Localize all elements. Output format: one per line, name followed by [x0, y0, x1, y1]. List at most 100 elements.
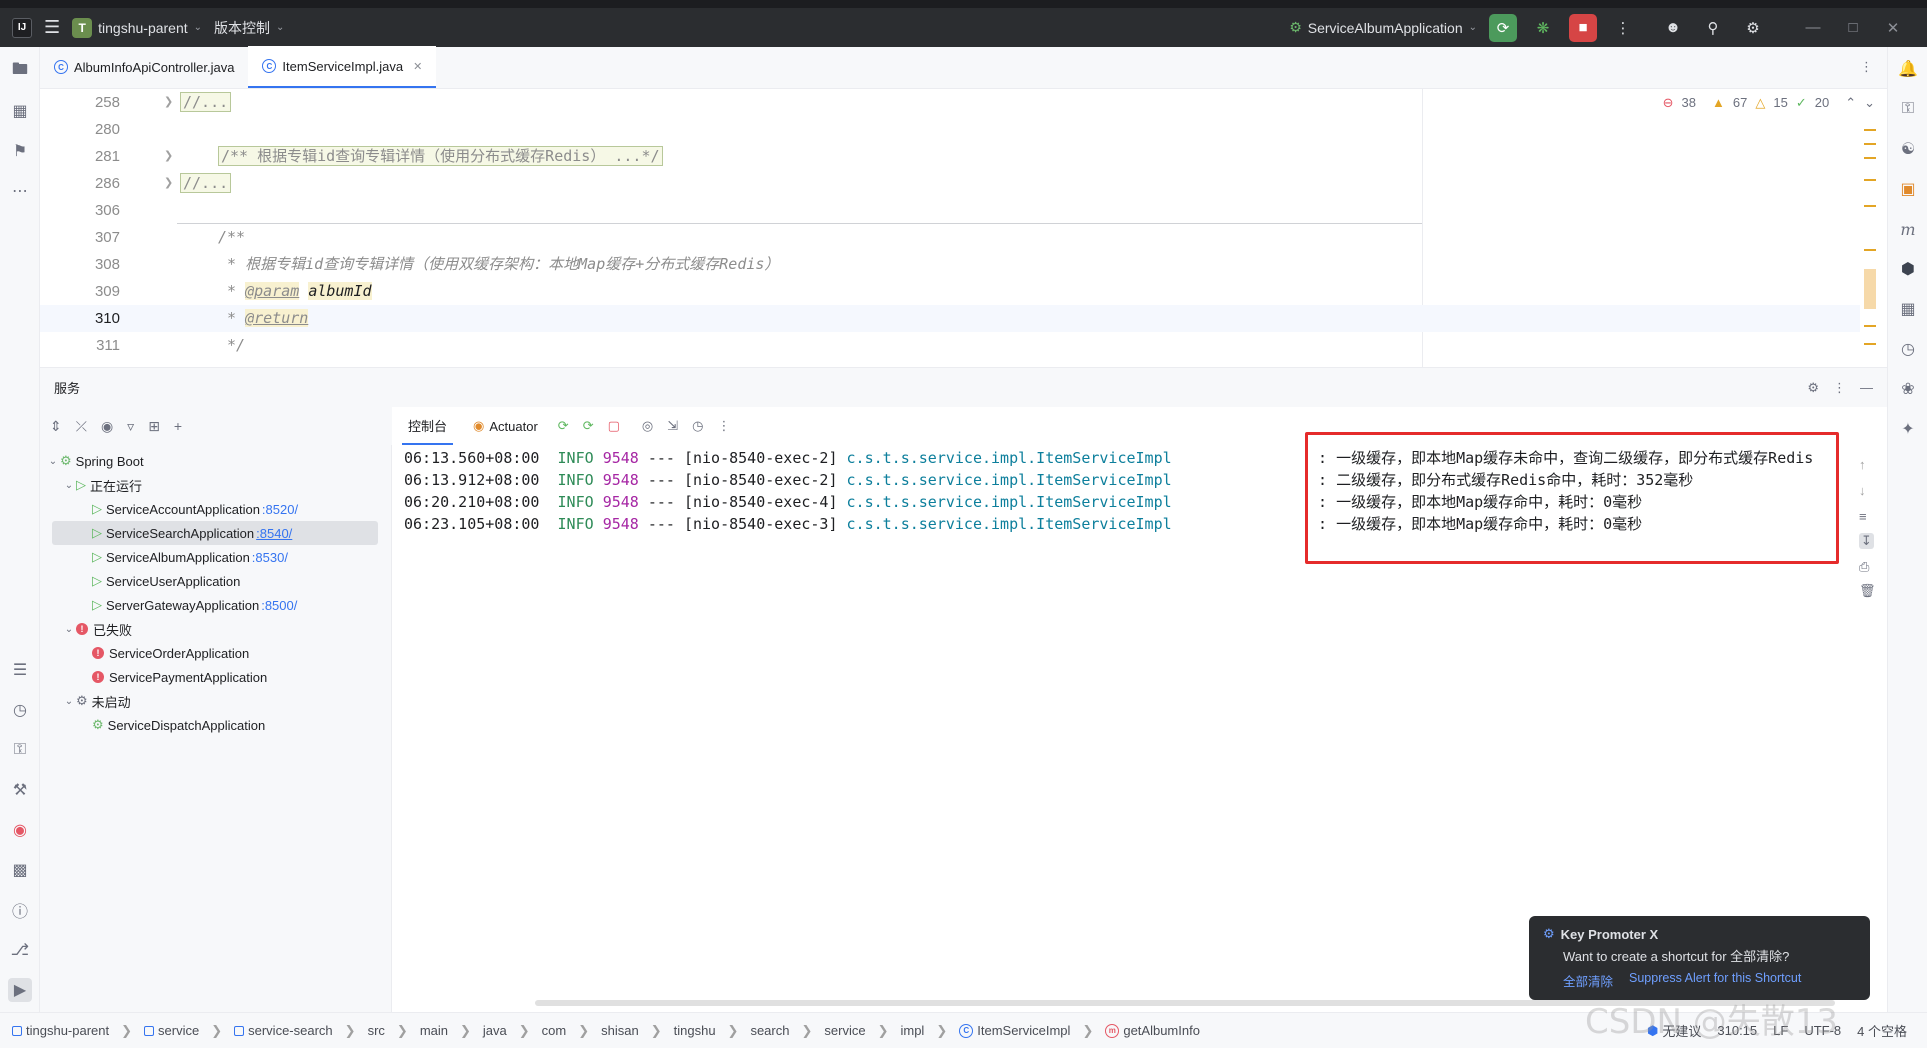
code-editor[interactable]: ⊖ 38 ▲ 67 △ 15 ✓ 20 ⌃ ⌄ 258 280 281 286 306 … — [40, 89, 1887, 367]
intellij-logo-icon[interactable]: IJ — [12, 17, 32, 38]
more-tools-icon[interactable]: ⋯ — [8, 179, 32, 203]
hexagon-plugin-icon[interactable]: ⬢ — [1896, 257, 1920, 281]
breadcrumb-item[interactable]: impl — [900, 1023, 924, 1038]
rerun-icon[interactable]: ⟳ — [558, 418, 569, 434]
rerun-debug-icon[interactable]: ⟳ — [583, 418, 594, 434]
git-branch-icon[interactable]: ⎇ — [8, 938, 32, 962]
run-config-selector[interactable]: ⚙ ServiceAlbumApplication ⌄ — [1289, 19, 1477, 36]
service-port[interactable]: :8520/ — [262, 502, 298, 517]
folded-region[interactable]: /** 根据专辑id查询专辑详情（使用分布式缓存Redis） ...*/ — [218, 146, 663, 166]
service-item[interactable]: ! ServicePaymentApplication — [40, 665, 392, 689]
service-item[interactable]: ▷ ServerGatewayApplication :8500/ — [40, 593, 392, 617]
more-actions-icon[interactable]: ⋮ — [1609, 14, 1637, 42]
service-item[interactable]: ▷ ServiceAlbumApplication :8530/ — [40, 545, 392, 569]
ai-sparkle-icon[interactable]: ✦ — [1896, 417, 1920, 441]
service-item[interactable]: ▷ ServiceAccountApplication :8520/ — [40, 497, 392, 521]
expand-all-icon[interactable]: ⇕ — [50, 418, 62, 435]
indent-setting[interactable]: 4 个空格 — [1857, 1021, 1907, 1040]
dashboard-icon[interactable]: ◷ — [692, 418, 703, 434]
tab-albuminfo-controller[interactable]: C AlbumInfoApiController.java — [40, 46, 248, 88]
database-icon[interactable]: ⚿ — [1896, 97, 1920, 121]
folded-region[interactable]: //... — [180, 173, 232, 193]
service-item[interactable]: ⚙ ServiceDispatchApplication — [40, 713, 392, 737]
scroll-up-icon[interactable]: ↑ — [1859, 457, 1866, 472]
tree-node-failed[interactable]: ⌄ ! 已失败 — [40, 617, 392, 641]
tree-node-spring-boot[interactable]: ⌄ ⚙ Spring Boot — [40, 449, 392, 473]
breadcrumb-item[interactable]: service — [824, 1023, 865, 1038]
tree-node-running[interactable]: ⌄ ▷ 正在运行 — [40, 473, 392, 497]
print-icon[interactable]: ⎙ — [1859, 559, 1869, 575]
tab-itemserviceimpl[interactable]: C ItemServiceImpl.java ✕ — [248, 46, 437, 88]
stop-button[interactable]: ■ — [1569, 13, 1597, 42]
camera-icon[interactable]: ◎ — [642, 418, 653, 434]
maximize-button[interactable]: □ — [1839, 14, 1867, 42]
bookmarks-icon[interactable]: ⚑ — [8, 139, 32, 163]
suppress-alert-link[interactable]: Suppress Alert for this Shortcut — [1629, 971, 1801, 990]
more-options-icon[interactable]: ⋮ — [1833, 380, 1846, 396]
new-tab-icon[interactable]: ⊞ — [148, 418, 160, 435]
profiler-gauge-icon[interactable]: ◷ — [8, 698, 32, 722]
breadcrumb-item[interactable]: service-search — [248, 1023, 333, 1038]
trash-icon[interactable]: 🗑 — [1859, 583, 1876, 599]
breadcrumb-item[interactable]: tingshu — [674, 1023, 716, 1038]
service-item[interactable]: ▷ ServiceUserApplication — [40, 569, 392, 593]
debug-button[interactable]: ❋ — [1529, 14, 1557, 42]
plugin-cube-icon[interactable]: ▣ — [1896, 177, 1920, 201]
breadcrumb-item[interactable]: ItemServiceImpl — [977, 1023, 1070, 1038]
search-icon[interactable]: ⚲ — [1699, 14, 1727, 42]
service-port[interactable]: :8500/ — [261, 598, 297, 613]
breadcrumb-item[interactable]: shisan — [601, 1023, 639, 1038]
clear-all-link[interactable]: 全部清除 — [1563, 971, 1613, 990]
settings-gear-icon[interactable]: ⚙ — [1807, 380, 1819, 396]
breadcrumb-item[interactable]: com — [542, 1023, 567, 1038]
tab-console[interactable]: 控制台 — [402, 407, 454, 445]
soft-wrap-icon[interactable]: ≡ — [1859, 509, 1867, 524]
service-item[interactable]: ! ServiceOrderApplication — [40, 641, 392, 665]
stop-icon[interactable]: ▢ — [608, 418, 620, 434]
scroll-to-end-icon[interactable]: ↧ — [1859, 533, 1874, 549]
scroll-down-icon[interactable]: ↓ — [1859, 483, 1866, 498]
chevron-down-icon[interactable]: ⌄ — [46, 456, 60, 467]
filter-icon[interactable]: ▿ — [127, 418, 134, 435]
breadcrumb-item[interactable]: search — [750, 1023, 789, 1038]
project-folder-icon[interactable]: 🖿 — [8, 59, 32, 83]
editor-scrollbar-marks[interactable] — [1864, 129, 1876, 359]
tab-options-icon[interactable]: ⋮ — [1860, 46, 1873, 88]
tab-actuator[interactable]: ◉ Actuator — [467, 407, 544, 445]
inspection-widget[interactable]: ⊖ 38 ▲ 67 △ 15 ✓ 20 ⌃ ⌄ — [1663, 89, 1875, 116]
services-icon[interactable]: ▶ — [8, 978, 32, 1002]
globe-icon[interactable]: ☯ — [1896, 137, 1920, 161]
main-menu-button[interactable]: ☰ — [44, 17, 60, 38]
more-options-icon[interactable]: ⋮ — [717, 418, 730, 434]
chevron-up-icon[interactable]: ⌃ — [1845, 95, 1856, 111]
add-user-icon[interactable]: ☻ — [1659, 14, 1687, 42]
add-service-icon[interactable]: + — [174, 418, 182, 434]
minimize-button[interactable]: — — [1799, 14, 1827, 42]
breadcrumb-item[interactable]: tingshu-parent — [26, 1023, 109, 1038]
close-tab-icon[interactable]: ✕ — [413, 60, 422, 73]
leaf-icon[interactable]: ❀ — [1896, 377, 1920, 401]
fold-expand-icon[interactable]: ❯ — [164, 89, 173, 116]
folded-region[interactable]: //... — [180, 92, 232, 112]
calendar-icon[interactable]: ▦ — [1896, 297, 1920, 321]
eye-icon[interactable]: ◉ — [101, 418, 113, 435]
database-icon[interactable]: ⚿ — [8, 738, 32, 762]
todo-list-icon[interactable]: ☰ — [8, 658, 32, 682]
breadcrumb-item[interactable]: main — [420, 1023, 448, 1038]
maven-icon[interactable]: m — [1896, 217, 1920, 241]
project-selector[interactable]: T tingshu-parent ⌄ — [72, 17, 202, 38]
build-hammer-icon[interactable]: ⚒ — [8, 778, 32, 802]
chevron-down-icon[interactable]: ⌄ — [62, 624, 76, 635]
problems-icon[interactable]: ⓘ — [8, 898, 32, 922]
chevron-down-icon[interactable]: ⌄ — [1864, 95, 1875, 111]
fold-expand-icon[interactable]: ❯ — [164, 143, 173, 170]
chevron-down-icon[interactable]: ⌄ — [62, 696, 76, 707]
structure-icon[interactable]: ▦ — [8, 99, 32, 123]
breadcrumb-item[interactable]: service — [158, 1023, 199, 1038]
tree-node-not-started[interactable]: ⌄ ⚙ 未启动 — [40, 689, 392, 713]
terminal-icon[interactable]: ▩ — [8, 858, 32, 882]
key-promoter-notification[interactable]: ⚙ Key Promoter X Want to create a shortc… — [1529, 916, 1870, 1000]
breadcrumb-item[interactable]: getAlbumInfo — [1123, 1023, 1200, 1038]
breadcrumb-item[interactable]: src — [368, 1023, 385, 1038]
close-window-button[interactable]: ✕ — [1879, 14, 1907, 42]
